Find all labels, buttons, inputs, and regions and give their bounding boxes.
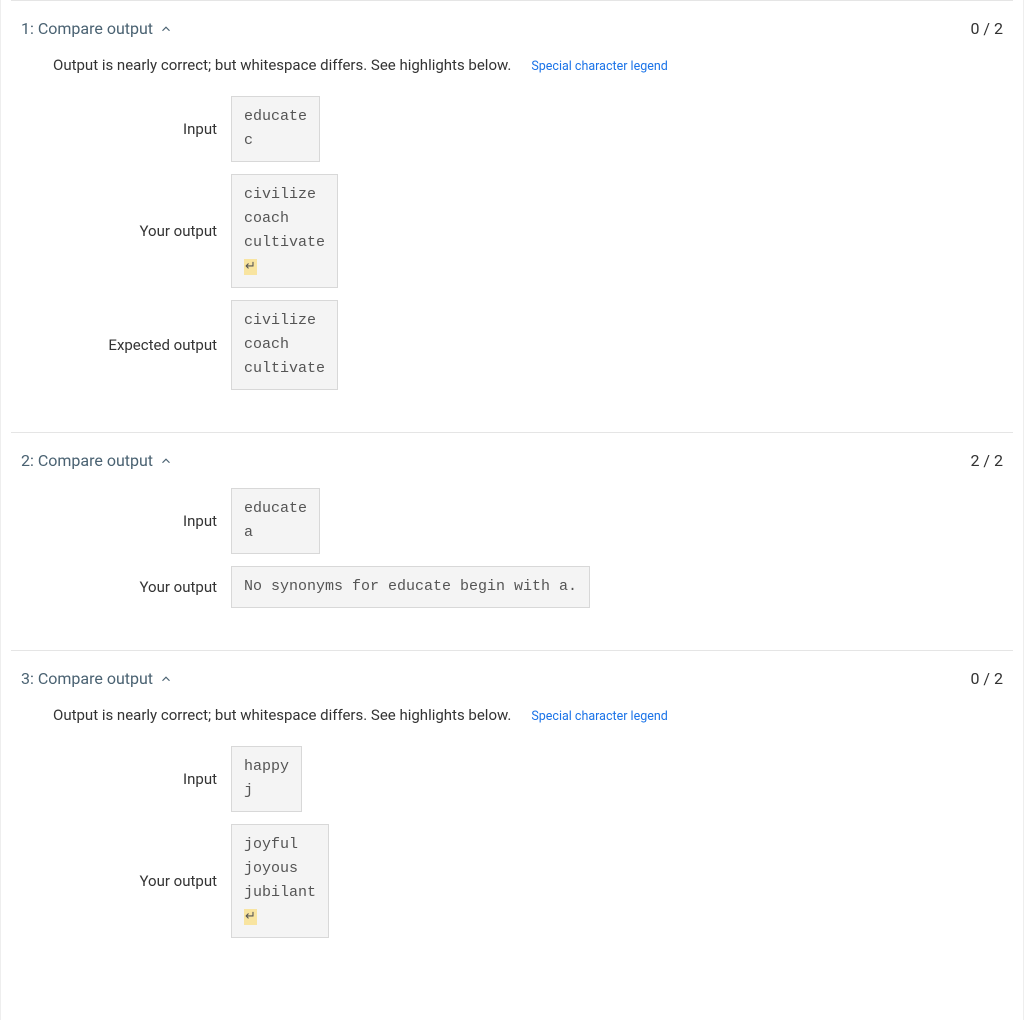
io-content: educate c (244, 108, 307, 149)
io-label: Your output (21, 222, 231, 240)
section-header: 2: Compare output 2 / 2 (21, 451, 1003, 470)
special-character-legend-link[interactable]: Special character legend (531, 709, 667, 724)
section-title-label: 3: Compare output (21, 669, 153, 688)
io-box: civilize coach cultivate ↵ (231, 174, 338, 288)
section-header: 1: Compare output 0 / 2 (21, 19, 1003, 38)
test-section: 1: Compare output 0 / 2 Output is nearly c… (11, 0, 1013, 432)
io-box: joyful joyous jubilant ↵ (231, 824, 329, 938)
section-title[interactable]: 1: Compare output (21, 19, 173, 38)
section-header: 3: Compare output 0 / 2 (21, 669, 1003, 688)
score-label: 0 / 2 (970, 19, 1003, 38)
io-label: Input (21, 120, 231, 138)
feedback-message-row: Output is nearly correct; but whitespace… (53, 706, 1003, 724)
io-box: No synonyms for educate begin with a. (231, 566, 590, 608)
io-content: No synonyms for educate begin with a. (244, 578, 577, 595)
io-box: educate a (231, 488, 320, 554)
io-content: joyful joyous jubilant (244, 836, 316, 901)
chevron-up-icon (159, 672, 173, 686)
io-row: Your outputjoyful joyous jubilant ↵ (21, 824, 1003, 938)
test-section: 2: Compare output 2 / 2 Input educate a Your… (11, 432, 1013, 650)
section-title[interactable]: 3: Compare output (21, 669, 173, 688)
chevron-up-icon (159, 22, 173, 36)
newline-highlight-icon: ↵ (244, 259, 257, 275)
io-box: civilize coach cultivate (231, 300, 338, 390)
io-row: Your output No synonyms for educate begin… (21, 566, 1003, 608)
feedback-message: Output is nearly correct; but whitespace… (53, 706, 511, 724)
io-box: educate c (231, 96, 320, 162)
io-content: happy j (244, 758, 289, 799)
io-label: Your output (21, 872, 231, 890)
io-row: Input educate c (21, 96, 1003, 162)
io-row: Input happy j (21, 746, 1003, 812)
feedback-message-row: Output is nearly correct; but whitespace… (53, 56, 1003, 74)
io-box: happy j (231, 746, 302, 812)
test-section: 3: Compare output 0 / 2 Output is nearly c… (11, 650, 1013, 980)
io-label: Input (21, 512, 231, 530)
special-character-legend-link[interactable]: Special character legend (531, 59, 667, 74)
io-label: Input (21, 770, 231, 788)
io-label: Your output (21, 578, 231, 596)
io-row: Expected output civilize coach cultivate (21, 300, 1003, 390)
score-label: 0 / 2 (970, 669, 1003, 688)
section-title-label: 1: Compare output (21, 19, 153, 38)
chevron-up-icon (159, 454, 173, 468)
section-title-label: 2: Compare output (21, 451, 153, 470)
io-row: Your outputcivilize coach cultivate ↵ (21, 174, 1003, 288)
newline-highlight-icon: ↵ (244, 909, 257, 925)
io-content: educate a (244, 500, 307, 541)
feedback-message: Output is nearly correct; but whitespace… (53, 56, 511, 74)
io-row: Input educate a (21, 488, 1003, 554)
io-label: Expected output (21, 336, 231, 354)
score-label: 2 / 2 (970, 451, 1003, 470)
io-content: civilize coach cultivate (244, 312, 325, 377)
section-title[interactable]: 2: Compare output (21, 451, 173, 470)
io-content: civilize coach cultivate (244, 186, 325, 251)
